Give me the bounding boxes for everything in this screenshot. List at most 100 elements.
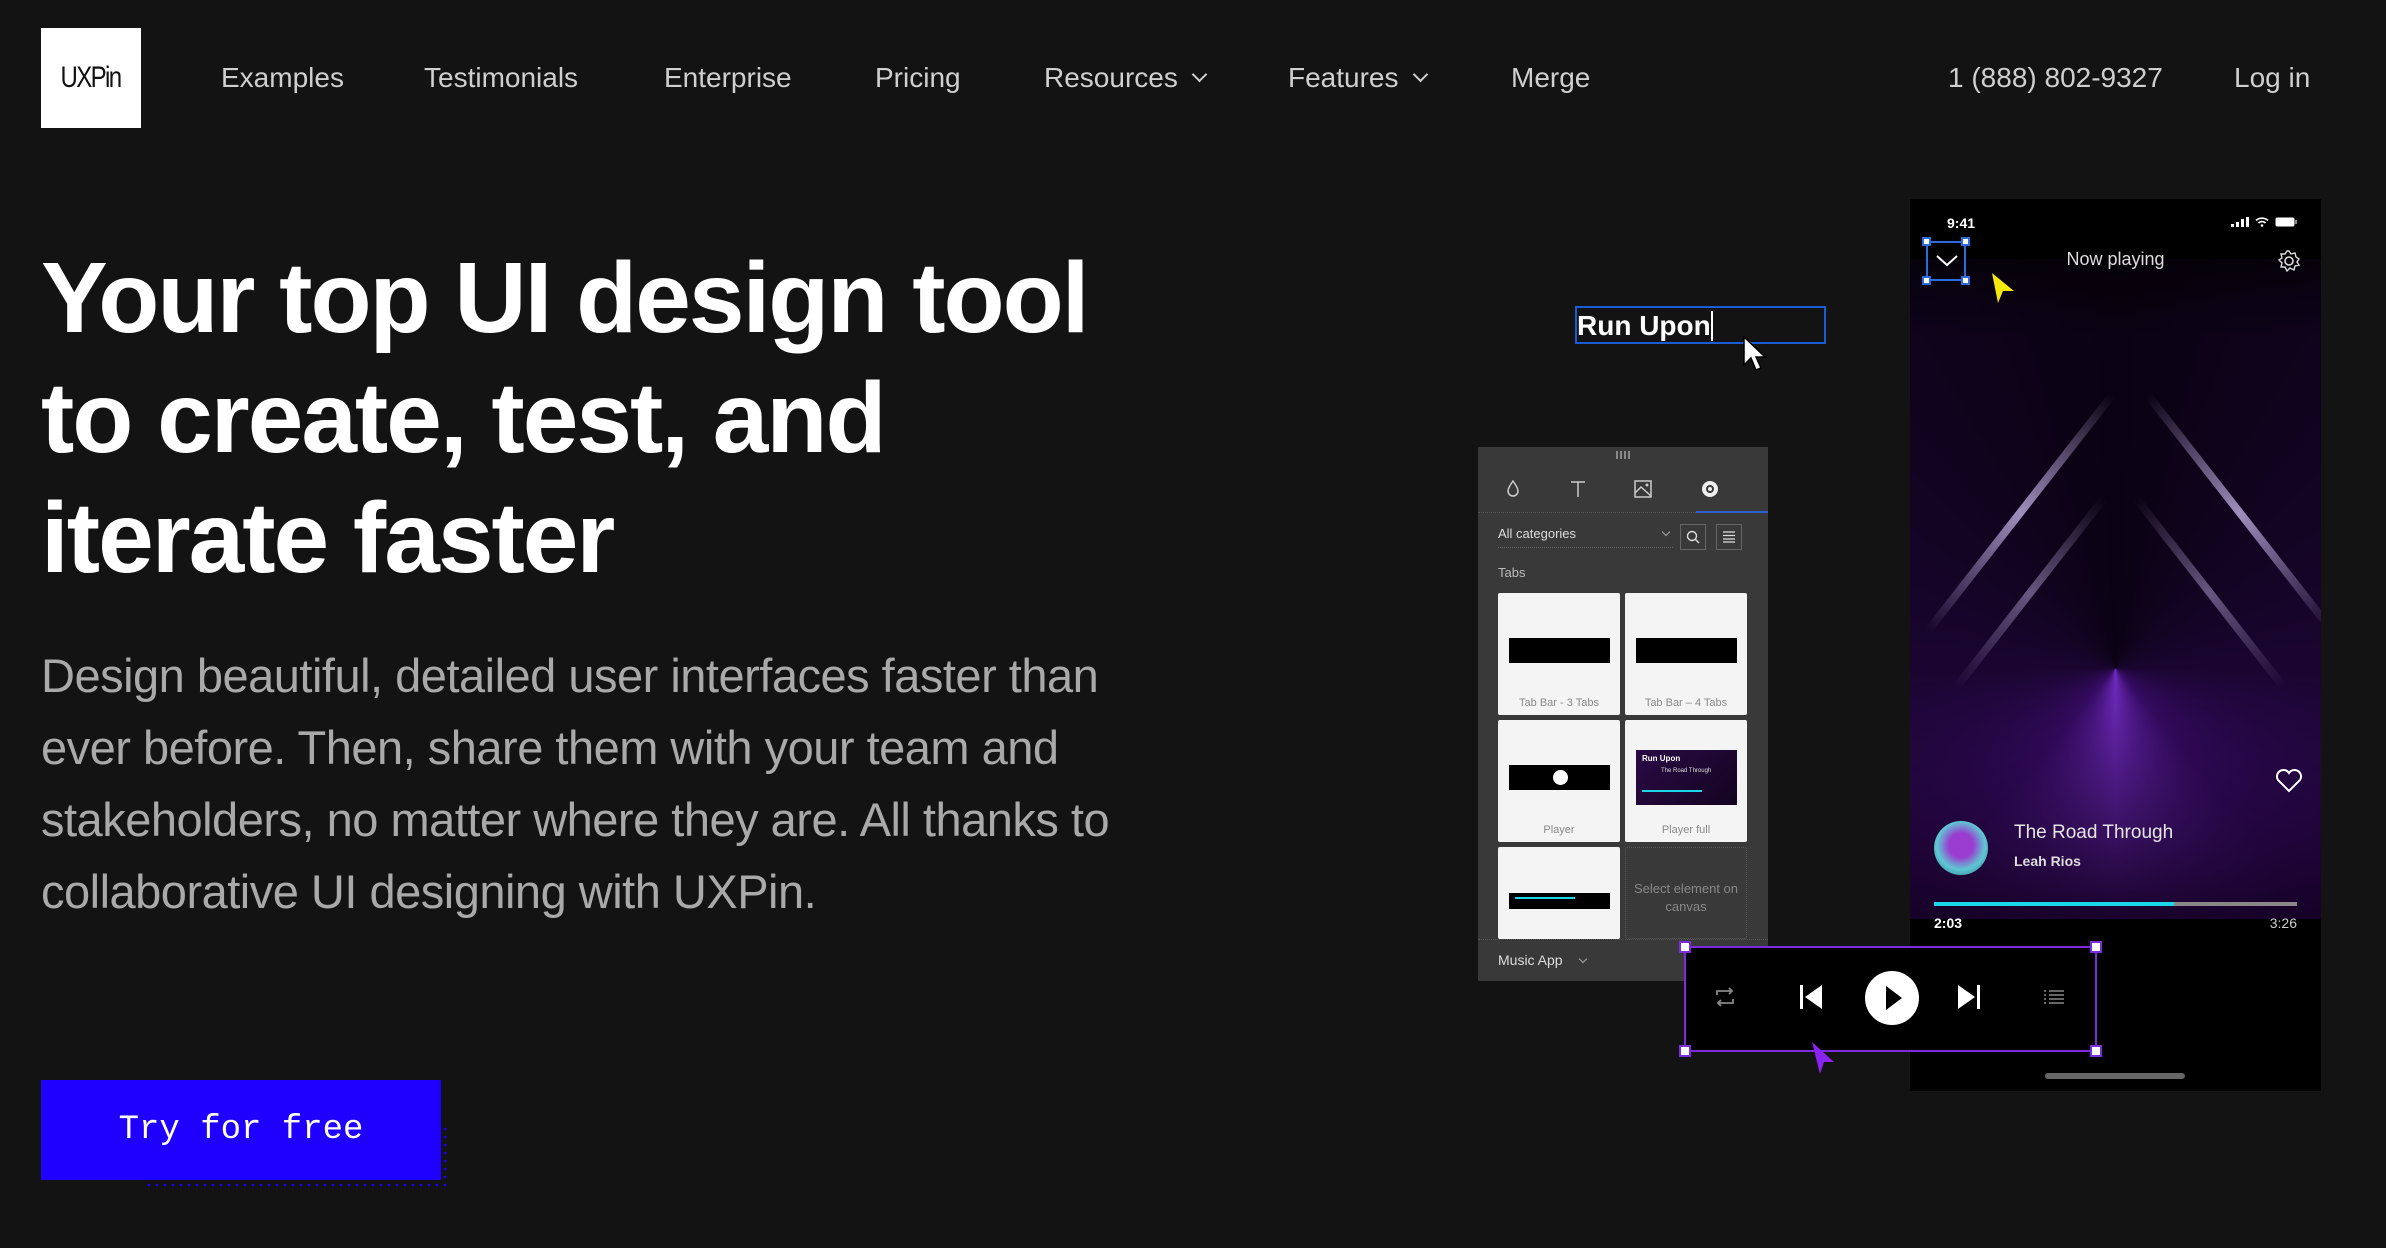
nav-features[interactable]: Features — [1288, 58, 1428, 98]
nav-label: Resources — [1044, 62, 1178, 93]
thumb-song: The Road Through — [1661, 768, 1712, 774]
tab-bar-thumbnail — [1509, 638, 1610, 663]
artwork-light-beam — [2144, 392, 2321, 634]
login-link[interactable]: Log in — [2234, 58, 2310, 98]
resize-handle[interactable] — [1961, 237, 1970, 246]
previous-icon[interactable] — [1798, 983, 1824, 1011]
uxpin-logo[interactable]: UXPin — [41, 28, 141, 128]
nav-label: Features — [1288, 62, 1399, 93]
nav-examples[interactable]: Examples — [221, 58, 344, 98]
nav-label: Pricing — [875, 62, 961, 93]
resize-handle[interactable] — [2090, 1045, 2102, 1057]
component-card[interactable]: Tab Bar – 4 Tabs — [1625, 593, 1747, 715]
chevron-down-icon — [1412, 66, 1428, 83]
play-icon — [1553, 770, 1568, 785]
text-box-value: Run Upon — [1577, 310, 1711, 341]
player-full-thumbnail: Run Upon The Road Through — [1636, 750, 1737, 805]
battery-icon — [2275, 217, 2297, 227]
nav-label: Enterprise — [664, 62, 792, 93]
resize-handle[interactable] — [1679, 941, 1691, 953]
hero-subtext: Design beautiful, detailed user interfac… — [41, 649, 1110, 918]
collaborator-cursor-icon — [1812, 1042, 1834, 1074]
nav-merge[interactable]: Merge — [1511, 58, 1590, 98]
panel-toolbar — [1478, 467, 1768, 513]
component-card[interactable] — [1498, 847, 1620, 939]
tab-bar-thumbnail — [1636, 638, 1737, 663]
card-label: Player — [1543, 824, 1575, 836]
resize-handle[interactable] — [1961, 276, 1970, 285]
progress-thumbnail — [1509, 893, 1610, 909]
nav-label: Examples — [221, 62, 344, 93]
nav-label: Testimonials — [424, 62, 579, 93]
artwork-light-beam — [2132, 495, 2288, 691]
list-view-button[interactable] — [1716, 524, 1742, 550]
nav-pricing[interactable]: Pricing — [875, 58, 961, 98]
library-name: Music App — [1498, 952, 1563, 968]
phone-number-link[interactable]: 1 (888) 802-9327 — [1948, 58, 2163, 98]
chevron-down-icon — [1191, 66, 1208, 83]
card-label: Tab Bar - 3 Tabs — [1519, 697, 1599, 709]
nav-testimonials[interactable]: Testimonials — [424, 58, 578, 98]
headline-line: to create, test, and — [41, 362, 887, 474]
empty-card: Select element on canvas — [1625, 847, 1747, 939]
headline-line: iterate faster — [41, 482, 615, 594]
gear-icon[interactable] — [2277, 249, 2301, 273]
progress-slider[interactable] — [1934, 902, 2297, 906]
artwork-light-beam — [1952, 495, 2108, 691]
resize-handle[interactable] — [1679, 1045, 1691, 1057]
player-controls-component[interactable] — [1679, 941, 2102, 1057]
play-button[interactable] — [1864, 970, 1920, 1026]
nav-enterprise[interactable]: Enterprise — [664, 58, 792, 98]
total-time: 3:26 — [2269, 915, 2297, 931]
card-label: Tab Bar – 4 Tabs — [1644, 697, 1728, 709]
resize-handle[interactable] — [2090, 941, 2102, 953]
nav-resources[interactable]: Resources — [1044, 58, 1208, 98]
category-select-value: All categories — [1498, 526, 1577, 541]
mouse-cursor-icon — [1743, 335, 1767, 371]
category-select[interactable]: All categories — [1498, 520, 1673, 548]
image-icon[interactable] — [1631, 477, 1655, 501]
panel-drag-handle[interactable] — [1616, 451, 1630, 459]
resize-handle[interactable] — [1922, 276, 1931, 285]
heart-icon[interactable] — [2275, 769, 2303, 793]
repeat-icon[interactable] — [1714, 986, 1736, 1008]
components-icon[interactable] — [1698, 477, 1722, 501]
thumb-title: Run Upon — [1642, 754, 1681, 763]
headline-line: Your top UI design tool — [41, 242, 1089, 354]
next-icon[interactable] — [1956, 983, 1982, 1011]
now-playing-title: Now playing — [2066, 249, 2165, 269]
component-card[interactable]: Run Upon The Road Through Player full — [1625, 720, 1747, 842]
search-icon — [1686, 530, 1700, 544]
component-card[interactable]: Player — [1498, 720, 1620, 842]
canvas-text-box[interactable]: Run Upon — [1575, 306, 1826, 344]
text-icon[interactable] — [1566, 477, 1590, 501]
thumb-progress — [1642, 790, 1702, 792]
wifi-icon — [2255, 217, 2269, 227]
phone-number: 1 (888) 802-9327 — [1948, 62, 2163, 93]
components-panel: All categories Tabs Tab Bar - 3 Tabs Tab… — [1478, 447, 1768, 981]
text-caret — [1711, 311, 1713, 341]
status-bar-icons — [2231, 217, 2297, 227]
play-icon — [1865, 971, 1919, 1025]
search-button[interactable] — [1680, 524, 1706, 550]
resize-handle[interactable] — [1922, 237, 1931, 246]
chevron-down-icon — [1661, 527, 1671, 537]
login-label: Log in — [2234, 62, 2311, 93]
hero-headline: Your top UI design tool to create, test,… — [41, 238, 1161, 598]
card-label: Player full — [1661, 824, 1711, 836]
active-tab-indicator — [1696, 511, 1768, 513]
home-indicator — [2045, 1073, 2185, 1079]
list-icon — [1723, 531, 1735, 543]
album-artwork — [1910, 259, 2321, 919]
component-card[interactable]: Tab Bar - 3 Tabs — [1498, 593, 1620, 715]
color-drop-icon[interactable] — [1501, 477, 1525, 501]
status-time: 9:41 — [1947, 215, 1976, 231]
try-for-free-button[interactable]: Try for free — [41, 1080, 441, 1180]
signal-icon — [2231, 217, 2249, 227]
nav-label: Merge — [1511, 62, 1591, 93]
player-thumbnail — [1509, 765, 1610, 790]
queue-icon[interactable] — [2044, 990, 2064, 1004]
current-time: 2:03 — [1934, 915, 1963, 931]
progress-fill — [1934, 902, 2174, 906]
song-title: The Road Through — [2014, 822, 2174, 843]
